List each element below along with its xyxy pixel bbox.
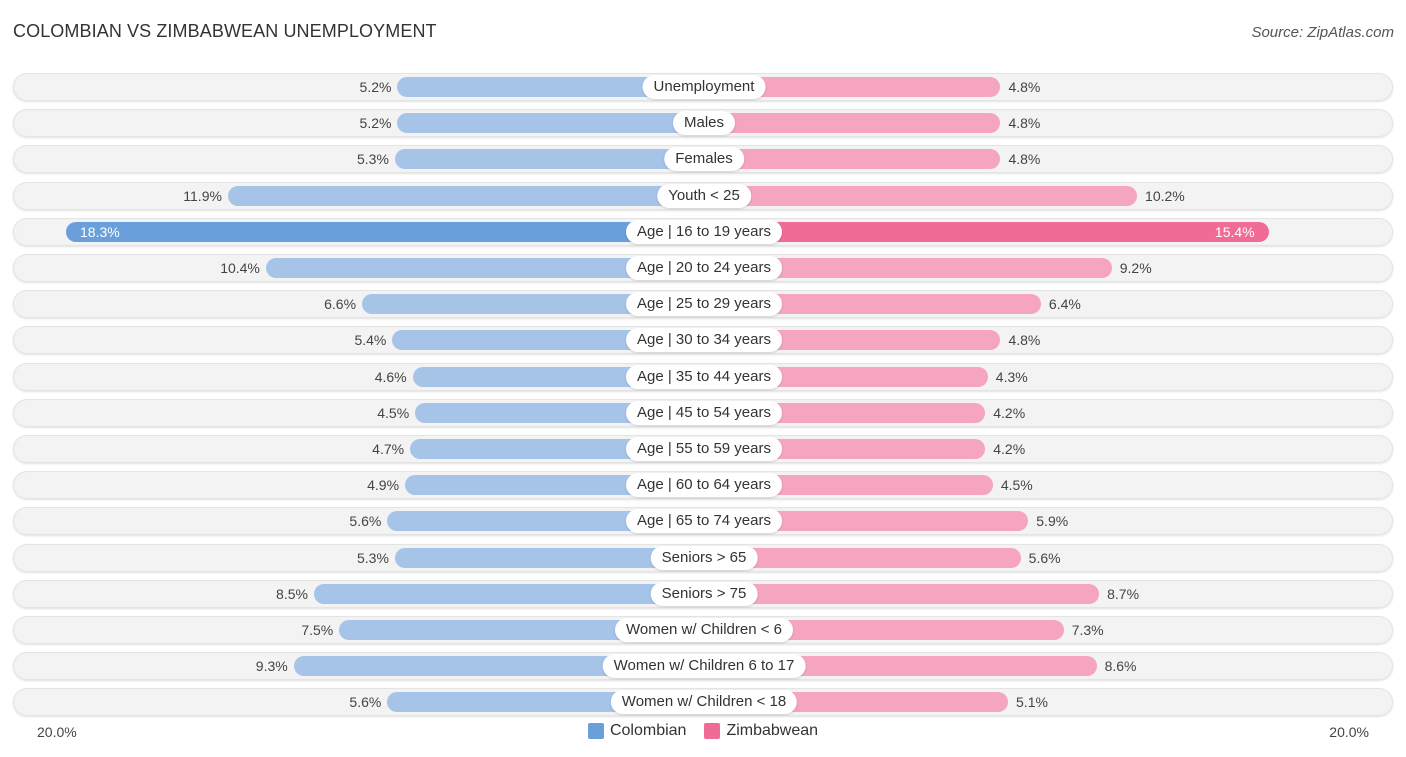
value-label-colombian: 18.3% xyxy=(80,223,120,240)
category-label: Age | 20 to 24 years xyxy=(626,256,782,280)
category-label: Age | 45 to 54 years xyxy=(626,400,782,425)
category-label: Age | 25 to 29 years xyxy=(626,292,782,317)
value-label-colombian: 4.6% xyxy=(374,368,407,385)
bar-zimbabwean[interactable] xyxy=(704,221,1269,242)
legend-label-zimbabwean: Zimbabwean xyxy=(726,722,819,739)
category-label: Seniors > 65 xyxy=(650,545,758,570)
value-label-zimbabwean: 9.2% xyxy=(1119,260,1152,276)
value-label-zimbabwean: 5.6% xyxy=(1028,549,1061,566)
legend: Colombian Zimbabwean xyxy=(0,722,1406,740)
value-label-zimbabwean: 7.3% xyxy=(1071,622,1104,638)
value-label-colombian: 5.6% xyxy=(349,694,382,711)
value-label-zimbabwean: 4.5% xyxy=(1000,477,1033,494)
value-label-colombian: 5.4% xyxy=(354,332,387,349)
category-label: Age | 55 to 59 years xyxy=(626,437,782,461)
value-label-colombian: 11.9% xyxy=(183,187,222,204)
legend-item-colombian[interactable]: Colombian xyxy=(587,722,687,740)
value-label-zimbabwean: 4.2% xyxy=(993,404,1026,421)
value-label-zimbabwean: 4.8% xyxy=(1008,332,1041,349)
bar-colombian[interactable] xyxy=(66,221,704,242)
diverging-bar-chart: 5.2% 4.8% Unemployment 5.2% 4.8% Males 5.3% 4.8… xyxy=(0,0,1406,757)
value-label-zimbabwean: 5.1% xyxy=(1016,694,1048,711)
legend-swatch-zimbabwean xyxy=(704,723,721,739)
legend-swatch-colombian xyxy=(587,723,604,739)
value-label-colombian: 6.6% xyxy=(324,296,357,313)
value-label-zimbabwean: 10.2% xyxy=(1145,187,1185,204)
value-label-colombian: 7.5% xyxy=(301,622,334,638)
value-label-zimbabwean: 5.9% xyxy=(1036,513,1069,530)
bar-zimbabwean[interactable] xyxy=(704,113,1001,134)
category-label: Age | 65 to 74 years xyxy=(626,509,782,534)
bar-colombian[interactable] xyxy=(397,113,704,134)
category-label: Women w/ Children < 18 xyxy=(610,690,798,715)
bar-zimbabwean[interactable] xyxy=(704,185,1138,206)
value-label-zimbabwean: 6.4% xyxy=(1048,296,1081,313)
value-label-colombian: 5.3% xyxy=(357,549,389,566)
category-label: Age | 16 to 19 years xyxy=(626,219,782,244)
value-label-colombian: 5.6% xyxy=(349,513,382,530)
value-label-colombian: 4.5% xyxy=(377,404,410,421)
category-label: Females xyxy=(664,147,744,172)
bar-colombian[interactable] xyxy=(313,583,704,604)
category-label: Age | 30 to 34 years xyxy=(626,328,782,353)
category-label: Males xyxy=(672,111,736,136)
bar-zimbabwean[interactable] xyxy=(704,583,1100,604)
bar-zimbabwean[interactable] xyxy=(704,149,1001,170)
legend-item-zimbabwean[interactable]: Zimbabwean xyxy=(704,722,818,740)
value-label-zimbabwean: 15.4% xyxy=(1214,223,1255,240)
value-label-colombian: 8.5% xyxy=(276,585,308,602)
value-label-colombian: 10.4% xyxy=(220,260,260,276)
category-label: Women w/ Children < 6 xyxy=(614,618,794,642)
category-label: Youth < 25 xyxy=(657,183,751,208)
value-label-zimbabwean: 4.3% xyxy=(995,368,1028,385)
category-label: Unemployment xyxy=(642,75,766,99)
legend-label-colombian: Colombian xyxy=(609,722,687,739)
bar-colombian[interactable] xyxy=(394,149,704,170)
value-label-zimbabwean: 4.2% xyxy=(993,441,1026,457)
category-label: Women w/ Children 6 to 17 xyxy=(602,654,806,679)
value-label-colombian: 9.3% xyxy=(255,658,288,675)
category-label: Seniors > 75 xyxy=(650,581,758,606)
value-label-zimbabwean: 8.7% xyxy=(1107,585,1140,602)
value-label-colombian: 5.2% xyxy=(359,79,392,95)
value-label-zimbabwean: 4.8% xyxy=(1008,79,1041,95)
value-label-zimbabwean: 4.8% xyxy=(1008,115,1041,132)
value-label-colombian: 5.2% xyxy=(359,115,392,132)
value-label-colombian: 5.3% xyxy=(357,151,389,168)
bar-colombian[interactable] xyxy=(227,185,704,206)
value-label-colombian: 4.7% xyxy=(372,441,405,457)
value-label-zimbabwean: 8.6% xyxy=(1104,658,1137,675)
category-label: Age | 35 to 44 years xyxy=(626,364,782,389)
value-label-colombian: 4.9% xyxy=(367,477,400,494)
value-label-zimbabwean: 4.8% xyxy=(1008,151,1041,168)
category-label: Age | 60 to 64 years xyxy=(626,473,782,498)
